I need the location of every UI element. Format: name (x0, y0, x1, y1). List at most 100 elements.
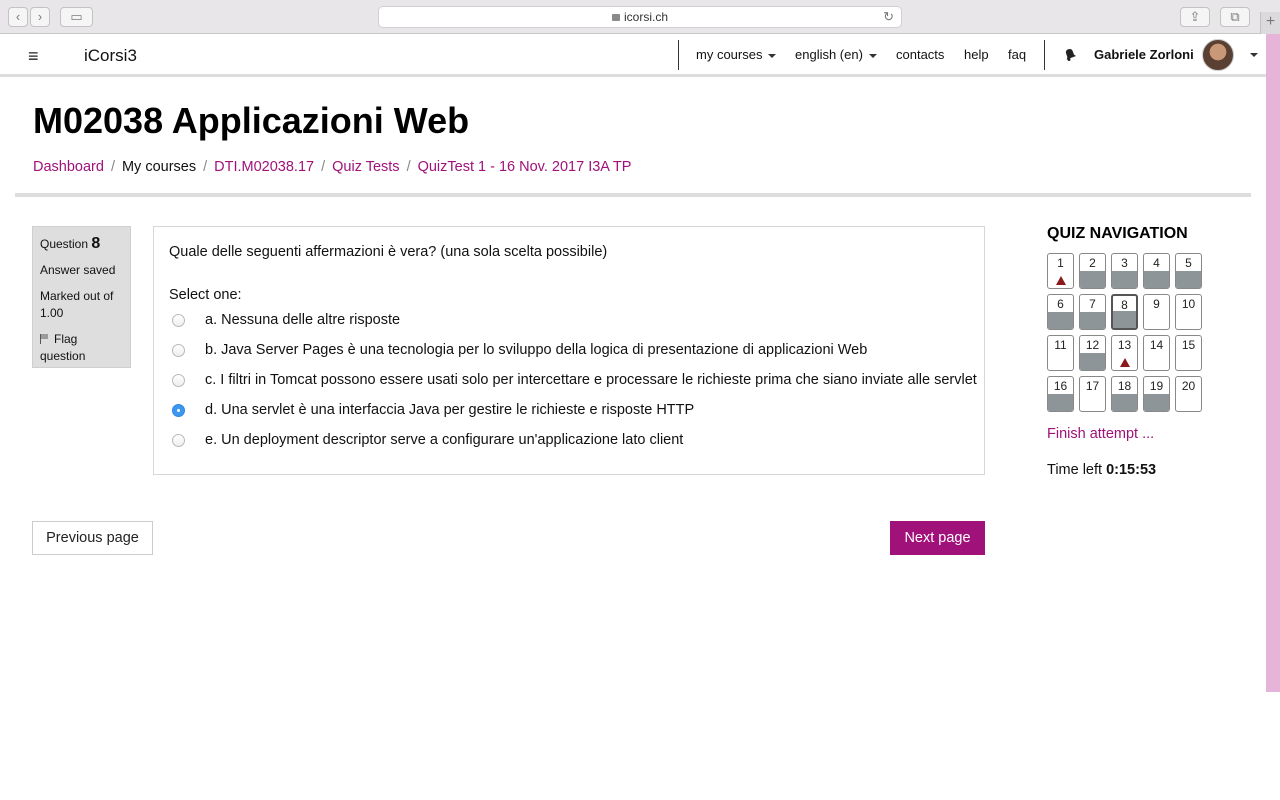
user-name[interactable]: Gabriele Zorloni (1094, 47, 1194, 62)
answer-status: Answer saved (40, 263, 116, 277)
nav-help[interactable]: help (964, 47, 989, 62)
breadcrumb-separator: / (110, 159, 115, 175)
answered-indicator (1080, 271, 1105, 288)
quiz-nav-number: 12 (1085, 338, 1100, 352)
finish-attempt-link[interactable]: Finish attempt ... (1047, 426, 1154, 442)
time-left-value: 0:15:53 (1106, 462, 1157, 478)
marked-out-of: Marked out of 1.00 (40, 289, 114, 320)
quiz-nav-number: 5 (1185, 256, 1192, 270)
breadcrumb-my-courses: My courses (121, 159, 197, 175)
quiz-nav-number: 2 (1089, 256, 1096, 270)
nav-divider (1044, 40, 1045, 70)
share-icon[interactable]: ⇪ (1180, 7, 1210, 27)
quiz-nav-number: 1 (1057, 256, 1064, 270)
quiz-nav-number: 10 (1181, 297, 1196, 311)
flag-question-toggle[interactable]: Flag question (40, 331, 123, 365)
flag-triangle-icon (1120, 358, 1130, 367)
quiz-nav-question[interactable]: 2 (1079, 253, 1106, 289)
quiz-nav-question[interactable]: 14 (1143, 335, 1170, 371)
caret-down-icon (768, 53, 777, 58)
quiz-nav-number: 6 (1057, 297, 1064, 311)
breadcrumb-course[interactable]: DTI.M02038.17 (214, 159, 314, 175)
quiz-nav-question[interactable]: 19 (1143, 376, 1170, 412)
breadcrumb-separator: / (406, 159, 411, 175)
hamburger-menu-icon[interactable]: ≡ (28, 46, 39, 67)
answered-indicator (1080, 312, 1105, 329)
site-brand[interactable]: iCorsi3 (84, 46, 137, 66)
quiz-nav-question[interactable]: 5 (1175, 253, 1202, 289)
quiz-nav-question[interactable]: 1 (1047, 253, 1074, 289)
nav-language[interactable]: english (en) (795, 47, 877, 62)
quiz-nav-question[interactable]: 12 (1079, 335, 1106, 371)
user-menu-caret-icon[interactable] (1250, 53, 1258, 57)
answered-indicator (1144, 394, 1169, 411)
answer-option-label[interactable]: e. Un deployment descriptor serve a conf… (205, 432, 683, 448)
quiz-nav-question[interactable]: 16 (1047, 376, 1074, 412)
quiz-nav-question[interactable]: 3 (1111, 253, 1138, 289)
radio-button[interactable] (172, 314, 185, 327)
breadcrumb-separator: / (321, 159, 326, 175)
url-bar[interactable]: icorsi.ch ↻ (378, 6, 902, 28)
quiz-nav-question[interactable]: 4 (1143, 253, 1170, 289)
quiz-nav-question[interactable]: 18 (1111, 376, 1138, 412)
quiz-nav-number: 3 (1121, 256, 1128, 270)
answer-option-label[interactable]: d. Una servlet è una interfaccia Java pe… (205, 402, 694, 418)
nav-divider (678, 40, 679, 70)
header-divider (15, 193, 1251, 197)
sidebar-icon[interactable]: ▭ (60, 7, 93, 27)
answered-indicator (1176, 271, 1201, 288)
quiz-nav-number: 9 (1153, 297, 1160, 311)
answer-option-label[interactable]: a. Nessuna delle altre risposte (205, 312, 400, 328)
quiz-nav-question[interactable]: 20 (1175, 376, 1202, 412)
answered-indicator (1113, 311, 1136, 328)
quiz-nav-question[interactable]: 6 (1047, 294, 1074, 330)
tabs-icon[interactable]: ⧉ (1220, 7, 1250, 27)
back-icon[interactable]: ‹ (8, 7, 28, 27)
nav-my-courses-label: my courses (696, 47, 763, 62)
quiz-nav-number: 18 (1117, 379, 1132, 393)
breadcrumb-quiz[interactable]: QuizTest 1 - 16 Nov. 2017 I3A TP (418, 159, 632, 175)
new-tab-icon[interactable]: + (1260, 12, 1280, 34)
reload-icon[interactable]: ↻ (883, 7, 894, 27)
answered-indicator (1080, 353, 1105, 370)
radio-button-selected[interactable] (172, 404, 185, 417)
nav-faq[interactable]: faq (1008, 47, 1026, 62)
quiz-nav-question[interactable]: 10 (1175, 294, 1202, 330)
lock-icon (611, 14, 620, 21)
time-left: Time left 0:15:53 (1047, 462, 1156, 478)
answer-option-label[interactable]: c. I filtri in Tomcat possono essere usa… (205, 372, 977, 388)
radio-button[interactable] (172, 344, 185, 357)
quiz-nav-number: 17 (1085, 379, 1100, 393)
quiz-nav-question[interactable]: 8 (1111, 294, 1138, 330)
next-page-button[interactable]: Next page (890, 521, 985, 555)
quiz-nav-question[interactable]: 11 (1047, 335, 1074, 371)
answered-indicator (1112, 394, 1137, 411)
radio-button[interactable] (172, 434, 185, 447)
breadcrumb-quiz-tests[interactable]: Quiz Tests (332, 159, 399, 175)
previous-page-button[interactable]: Previous page (32, 521, 153, 555)
nav-contacts[interactable]: contacts (896, 47, 944, 62)
answered-indicator (1144, 271, 1169, 288)
notification-bell-icon[interactable] (1062, 46, 1078, 62)
quiz-nav-question[interactable]: 7 (1079, 294, 1106, 330)
quiz-nav-number: 14 (1149, 338, 1164, 352)
quiz-nav-question[interactable]: 17 (1079, 376, 1106, 412)
breadcrumb: Dashboard / My courses / DTI.M02038.17 / Quiz … (33, 159, 631, 175)
quiz-nav-number: 16 (1053, 379, 1068, 393)
question-info-panel: Question 8 Answer saved Marked out of 1.… (32, 226, 131, 368)
quiz-nav-question[interactable]: 15 (1175, 335, 1202, 371)
flag-icon (40, 334, 49, 344)
answer-option-label[interactable]: b. Java Server Pages è una tecnologia pe… (205, 342, 867, 358)
quiz-nav-question[interactable]: 9 (1143, 294, 1170, 330)
radio-button[interactable] (172, 374, 185, 387)
quiz-nav-question[interactable]: 13 (1111, 335, 1138, 371)
nav-my-courses[interactable]: my courses (696, 47, 777, 62)
page-title: M02038 Applicazioni Web (33, 100, 470, 141)
browser-toolbar: ‹ › ▭ icorsi.ch ↻ ⇪ ⧉ + (0, 0, 1280, 34)
breadcrumb-dashboard[interactable]: Dashboard (33, 159, 104, 175)
user-avatar[interactable] (1202, 39, 1234, 71)
forward-icon[interactable]: › (30, 7, 50, 27)
question-number: Question 8 (40, 235, 123, 253)
page-scrollbar[interactable] (1266, 34, 1280, 692)
question-label: Question (40, 237, 89, 251)
